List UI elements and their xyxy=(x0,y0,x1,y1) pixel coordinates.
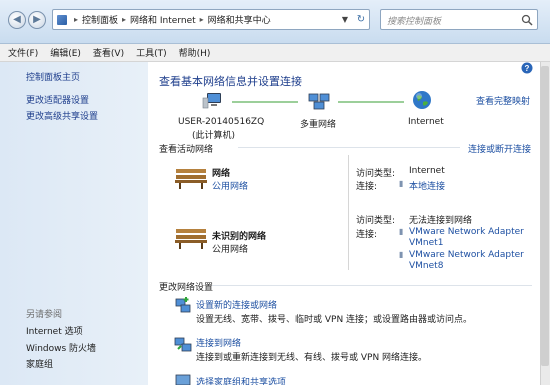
new-connection-icon xyxy=(175,297,191,313)
main-content: ? 查看基本网络信息并设置连接 USER-20140516ZQ (此计算机) 多… xyxy=(148,62,540,385)
breadcrumb-network-sharing-center[interactable]: 网络和共享中心 xyxy=(208,13,271,26)
search-icon[interactable] xyxy=(521,14,533,26)
help-icon[interactable]: ? xyxy=(521,62,533,74)
computer-sub: (此计算机) xyxy=(192,131,236,141)
adapter-icon: ▮ xyxy=(399,179,404,188)
address-dropdown-icon[interactable]: ▼ xyxy=(338,13,352,27)
multiple-networks-icon xyxy=(308,93,330,110)
divider xyxy=(238,147,460,148)
menu-help[interactable]: 帮助(H) xyxy=(179,46,211,59)
vmnet8-link-line2[interactable]: VMnet8 xyxy=(409,261,443,271)
divider xyxy=(212,285,532,286)
menu-edit[interactable]: 编辑(E) xyxy=(50,46,81,59)
setup-new-connection-desc: 设置无线、宽带、拨号、临时或 VPN 连接；或设置路由器或访问点。 xyxy=(196,315,473,325)
address-separator: ▸ xyxy=(122,15,127,24)
address-location-icon xyxy=(57,14,67,25)
choose-homegroup-link[interactable]: 选择家庭组和共享选项 xyxy=(196,375,286,385)
control-panel-home-link[interactable]: 控制面板主页 xyxy=(26,70,80,83)
network-1-access-value: Internet xyxy=(409,166,445,176)
menu-tools[interactable]: 工具(T) xyxy=(136,46,167,59)
vmnet1-link-line2[interactable]: VMnet1 xyxy=(409,238,443,248)
network-1-access-label: 访问类型: xyxy=(356,169,396,179)
forward-arrow-icon: ▶ xyxy=(33,14,41,25)
scrollbar-thumb[interactable] xyxy=(541,66,549,366)
breadcrumb-control-panel[interactable]: 控制面板 xyxy=(82,13,118,26)
address-bar[interactable]: ▸ 控制面板 ▸ 网络和 Internet ▸ 网络和共享中心 xyxy=(52,9,370,30)
menu-bar: 文件(F) 编辑(E) 查看(V) 工具(T) 帮助(H) xyxy=(0,44,550,62)
connection-line xyxy=(338,101,404,103)
connect-to-network-desc: 连接到或重新连接到无线、有线、拨号或 VPN 网络连接。 xyxy=(196,353,428,363)
network-2-type: 公用网络 xyxy=(212,245,249,255)
connection-line xyxy=(232,101,298,103)
see-also-heading: 另请参阅 xyxy=(26,310,63,320)
network-2-conn-label: 连接: xyxy=(356,230,378,240)
address-separator: ▸ xyxy=(199,15,204,24)
adapter-icon: ▮ xyxy=(399,227,404,236)
internet-options-link[interactable]: Internet 选项 xyxy=(26,324,83,337)
change-advanced-sharing-link[interactable]: 更改高级共享设置 xyxy=(26,109,98,122)
search-input[interactable]: 搜索控制面板 xyxy=(380,9,538,30)
search-placeholder: 搜索控制面板 xyxy=(387,17,442,27)
vmnet8-link-line1[interactable]: VMware Network Adapter xyxy=(409,250,524,260)
vmnet1-link-line1[interactable]: VMware Network Adapter xyxy=(409,227,524,237)
local-connection-link[interactable]: 本地连接 xyxy=(409,179,445,192)
multiple-networks-label: 多重网络 xyxy=(300,120,337,130)
change-adapter-settings-link[interactable]: 更改适配器设置 xyxy=(26,93,89,106)
network-1-type-link[interactable]: 公用网络 xyxy=(212,179,248,192)
back-button[interactable]: ◀ xyxy=(8,11,26,29)
connect-network-icon xyxy=(174,337,192,352)
computer-name: USER-20140516ZQ xyxy=(178,117,265,127)
network-2-name: 未识别的网络 xyxy=(212,232,267,242)
internet-globe-icon xyxy=(413,91,431,109)
public-network-bench-icon xyxy=(175,229,207,249)
setup-new-connection-link[interactable]: 设置新的连接或网络 xyxy=(196,298,277,311)
computer-icon xyxy=(202,93,221,109)
breadcrumb-network-internet[interactable]: 网络和 Internet xyxy=(130,13,196,26)
svg-text:?: ? xyxy=(525,64,530,73)
network-2-access-value: 无法连接到网络 xyxy=(409,216,473,226)
network-1-conn-label: 连接: xyxy=(356,182,378,192)
connect-disconnect-link[interactable]: 连接或断开连接 xyxy=(468,142,531,155)
left-pane: 控制面板主页 更改适配器设置 更改高级共享设置 另请参阅 Internet 选项… xyxy=(0,62,148,385)
refresh-icon[interactable]: ↻ xyxy=(354,13,368,27)
connect-to-network-link[interactable]: 连接到网络 xyxy=(196,336,241,349)
network-1-name: 网络 xyxy=(212,169,231,179)
address-separator: ▸ xyxy=(74,15,79,24)
homegroup-icon xyxy=(175,374,191,385)
windows-firewall-link[interactable]: Windows 防火墙 xyxy=(26,341,96,354)
back-arrow-icon: ◀ xyxy=(13,14,21,25)
adapter-icon: ▮ xyxy=(399,250,404,259)
homegroup-link[interactable]: 家庭组 xyxy=(26,357,53,370)
page-title: 查看基本网络信息并设置连接 xyxy=(159,75,302,88)
forward-button[interactable]: ▶ xyxy=(28,11,46,29)
menu-file[interactable]: 文件(F) xyxy=(8,46,38,59)
view-full-map-link[interactable]: 查看完整映射 xyxy=(476,94,530,107)
network-2-access-label: 访问类型: xyxy=(356,216,396,226)
menu-view[interactable]: 查看(V) xyxy=(93,46,124,59)
internet-label: Internet xyxy=(408,117,444,127)
vertical-divider xyxy=(348,155,349,270)
active-networks-heading: 查看活动网络 xyxy=(159,145,214,155)
change-settings-heading: 更改网络设置 xyxy=(159,283,214,293)
public-network-bench-icon xyxy=(175,169,207,189)
